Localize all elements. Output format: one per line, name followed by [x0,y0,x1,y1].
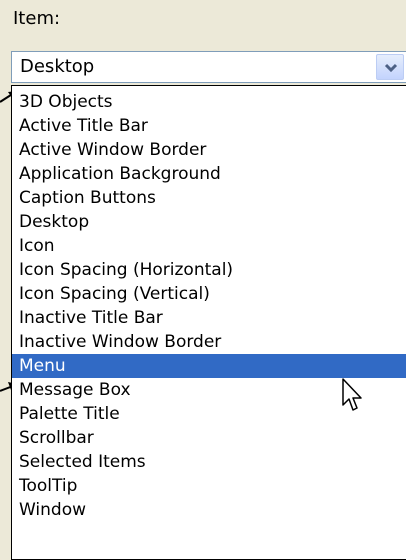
list-item[interactable]: Window [12,498,406,522]
item-selector-panel: Item: Desktop 3D Objects Active Title Bar… [0,0,406,560]
list-item[interactable]: Scrollbar [12,426,406,450]
list-item[interactable]: Active Window Border [12,138,406,162]
list-item[interactable]: Application Background [12,162,406,186]
list-item[interactable]: Menu [12,354,406,378]
list-item[interactable]: Inactive Title Bar [12,306,406,330]
chevron-down-icon [384,63,398,73]
list-item[interactable]: Inactive Window Border [12,330,406,354]
list-item[interactable]: Icon Spacing (Horizontal) [12,258,406,282]
combobox-dropdown-button[interactable] [376,54,404,80]
list-item[interactable]: Selected Items [12,450,406,474]
list-item[interactable]: ToolTip [12,474,406,498]
list-item[interactable]: 3D Objects [12,90,406,114]
item-combobox[interactable]: Desktop [11,51,406,83]
list-item[interactable]: Active Title Bar [12,114,406,138]
item-dropdown-list[interactable]: 3D Objects Active Title Bar Active Window … [11,85,406,560]
list-item[interactable]: Caption Buttons [12,186,406,210]
list-item[interactable]: Icon Spacing (Vertical) [12,282,406,306]
item-label: Item: [13,8,61,29]
mouse-pointer-icon [342,378,364,412]
list-item[interactable]: Icon [12,234,406,258]
list-item[interactable]: Desktop [12,210,406,234]
item-combobox-value: Desktop [20,56,95,77]
